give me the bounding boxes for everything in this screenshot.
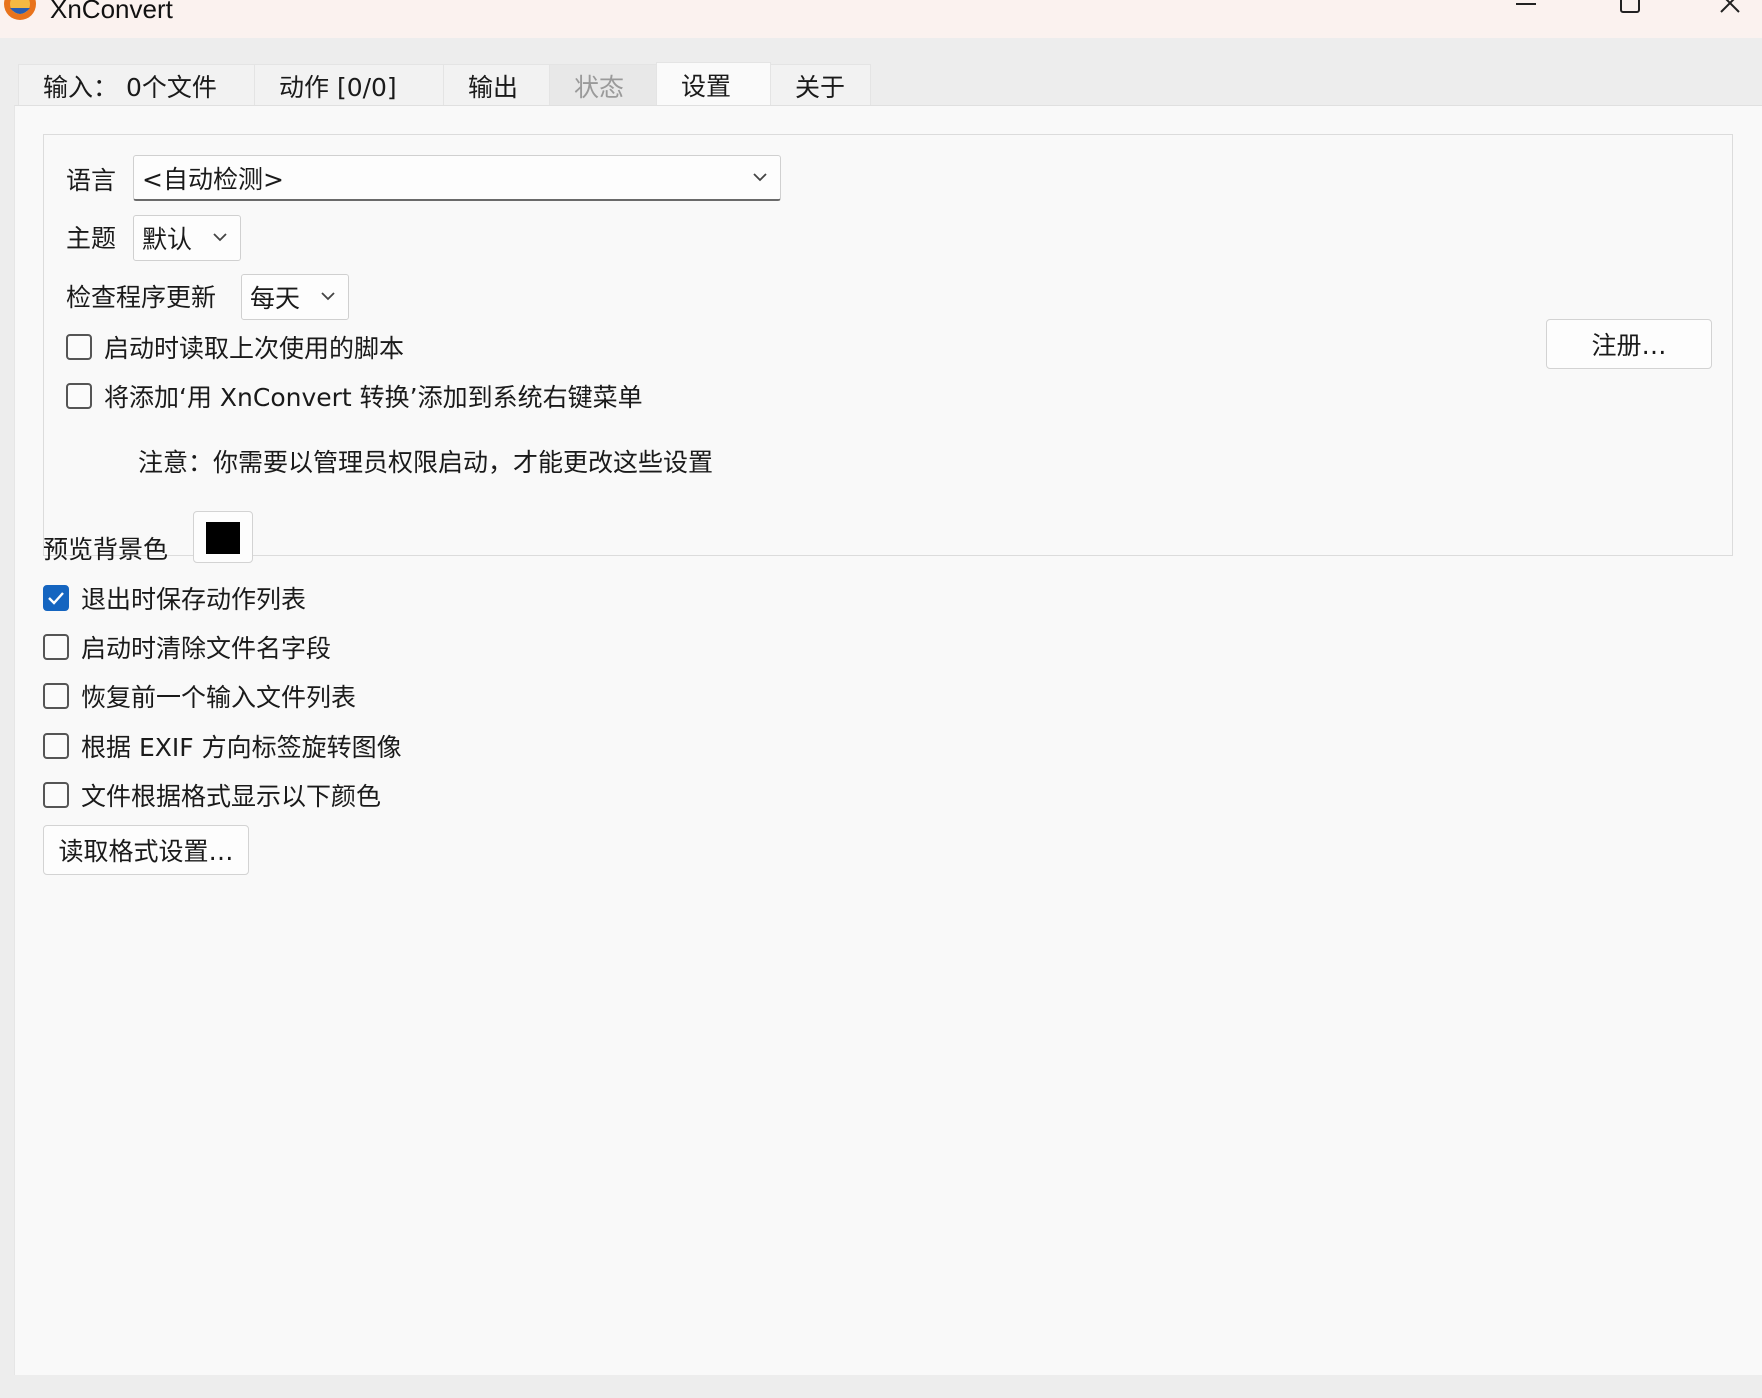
chevron-down-icon	[213, 233, 227, 242]
language-value: <自动检测>	[142, 164, 284, 194]
color-swatch	[206, 522, 240, 554]
option-label: 文件根据格式显示以下颜色	[81, 782, 382, 811]
update-check-select[interactable]: 每天	[241, 274, 349, 320]
format-color-checkbox[interactable]: 文件根据格式显示以下颜色	[43, 777, 381, 813]
context-menu-checkbox[interactable]: 将添加‘用 XnConvert 转换’添加到系统右键菜单	[66, 378, 643, 414]
settings-panel: 语言 <自动检测> 主题 默认 检查程序更新 每天 启动时读取上次使用的脚本 将…	[14, 105, 1762, 1375]
tab-settings[interactable]: 设置	[656, 62, 771, 106]
checkbox-box[interactable]	[43, 585, 69, 611]
app-logo-icon	[4, 0, 36, 20]
tab-about[interactable]: 关于	[770, 64, 871, 106]
close-button[interactable]	[1700, 0, 1760, 20]
preview-bg-color-button[interactable]	[193, 511, 253, 563]
checkbox-box[interactable]	[43, 634, 69, 660]
theme-select[interactable]: 默认	[133, 215, 241, 261]
read-format-settings-button[interactable]: 读取格式设置…	[43, 825, 249, 875]
language-label: 语言	[66, 166, 117, 195]
tab-input[interactable]: 输入： 0个文件	[18, 64, 255, 106]
tab-status[interactable]: 状态	[549, 64, 657, 106]
restore-input-list-checkbox[interactable]: 恢复前一个输入文件列表	[43, 678, 356, 714]
admin-note: 注意：你需要以管理员权限启动，才能更改这些设置	[138, 448, 714, 477]
system-settings-group: 语言 <自动检测> 主题 默认 检查程序更新 每天 启动时读取上次使用的脚本 将…	[43, 134, 1733, 556]
minimize-icon	[1516, 3, 1536, 5]
theme-value: 默认	[142, 225, 193, 254]
maximize-icon	[1620, 0, 1640, 13]
theme-label: 主题	[66, 224, 117, 253]
tab-strip: 输入： 0个文件 动作 [0/0] 输出 状态 设置 关于	[18, 62, 871, 106]
bottom-bar	[0, 1375, 1762, 1398]
checkbox-box[interactable]	[66, 334, 92, 360]
option-label: 退出时保存动作列表	[81, 585, 307, 614]
checkbox-box[interactable]	[66, 383, 92, 409]
checkbox-box[interactable]	[43, 782, 69, 808]
option-label: 启动时清除文件名字段	[81, 634, 332, 663]
checkmark-icon	[48, 592, 64, 605]
maximize-button[interactable]	[1600, 0, 1660, 20]
window-title: XnConvert	[50, 0, 173, 24]
save-actions-on-exit-checkbox[interactable]: 退出时保存动作列表	[43, 580, 306, 616]
chevron-down-icon	[753, 173, 767, 182]
update-check-label: 检查程序更新	[66, 283, 217, 312]
checkbox-box[interactable]	[43, 683, 69, 709]
context-menu-label: 将添加‘用 XnConvert 转换’添加到系统右键菜单	[104, 383, 643, 412]
minimize-button[interactable]	[1496, 0, 1556, 20]
chevron-down-icon	[321, 292, 335, 301]
tab-actions[interactable]: 动作 [0/0]	[254, 64, 444, 106]
title-bar: XnConvert	[0, 0, 1762, 38]
option-label: 恢复前一个输入文件列表	[81, 683, 357, 712]
language-select[interactable]: <自动检测>	[133, 155, 781, 201]
update-check-value: 每天	[250, 284, 301, 313]
close-icon	[1720, 0, 1740, 13]
load-last-script-label: 启动时读取上次使用的脚本	[104, 334, 405, 363]
exif-rotate-checkbox[interactable]: 根据 EXIF 方向标签旋转图像	[43, 728, 402, 764]
option-label: 根据 EXIF 方向标签旋转图像	[81, 733, 402, 762]
tab-output[interactable]: 输出	[443, 64, 550, 106]
preview-bg-label: 预览背景色	[43, 535, 169, 564]
clear-filename-on-start-checkbox[interactable]: 启动时清除文件名字段	[43, 629, 331, 665]
register-button[interactable]: 注册…	[1546, 319, 1712, 369]
checkbox-box[interactable]	[43, 733, 69, 759]
load-last-script-checkbox[interactable]: 启动时读取上次使用的脚本	[66, 329, 404, 365]
